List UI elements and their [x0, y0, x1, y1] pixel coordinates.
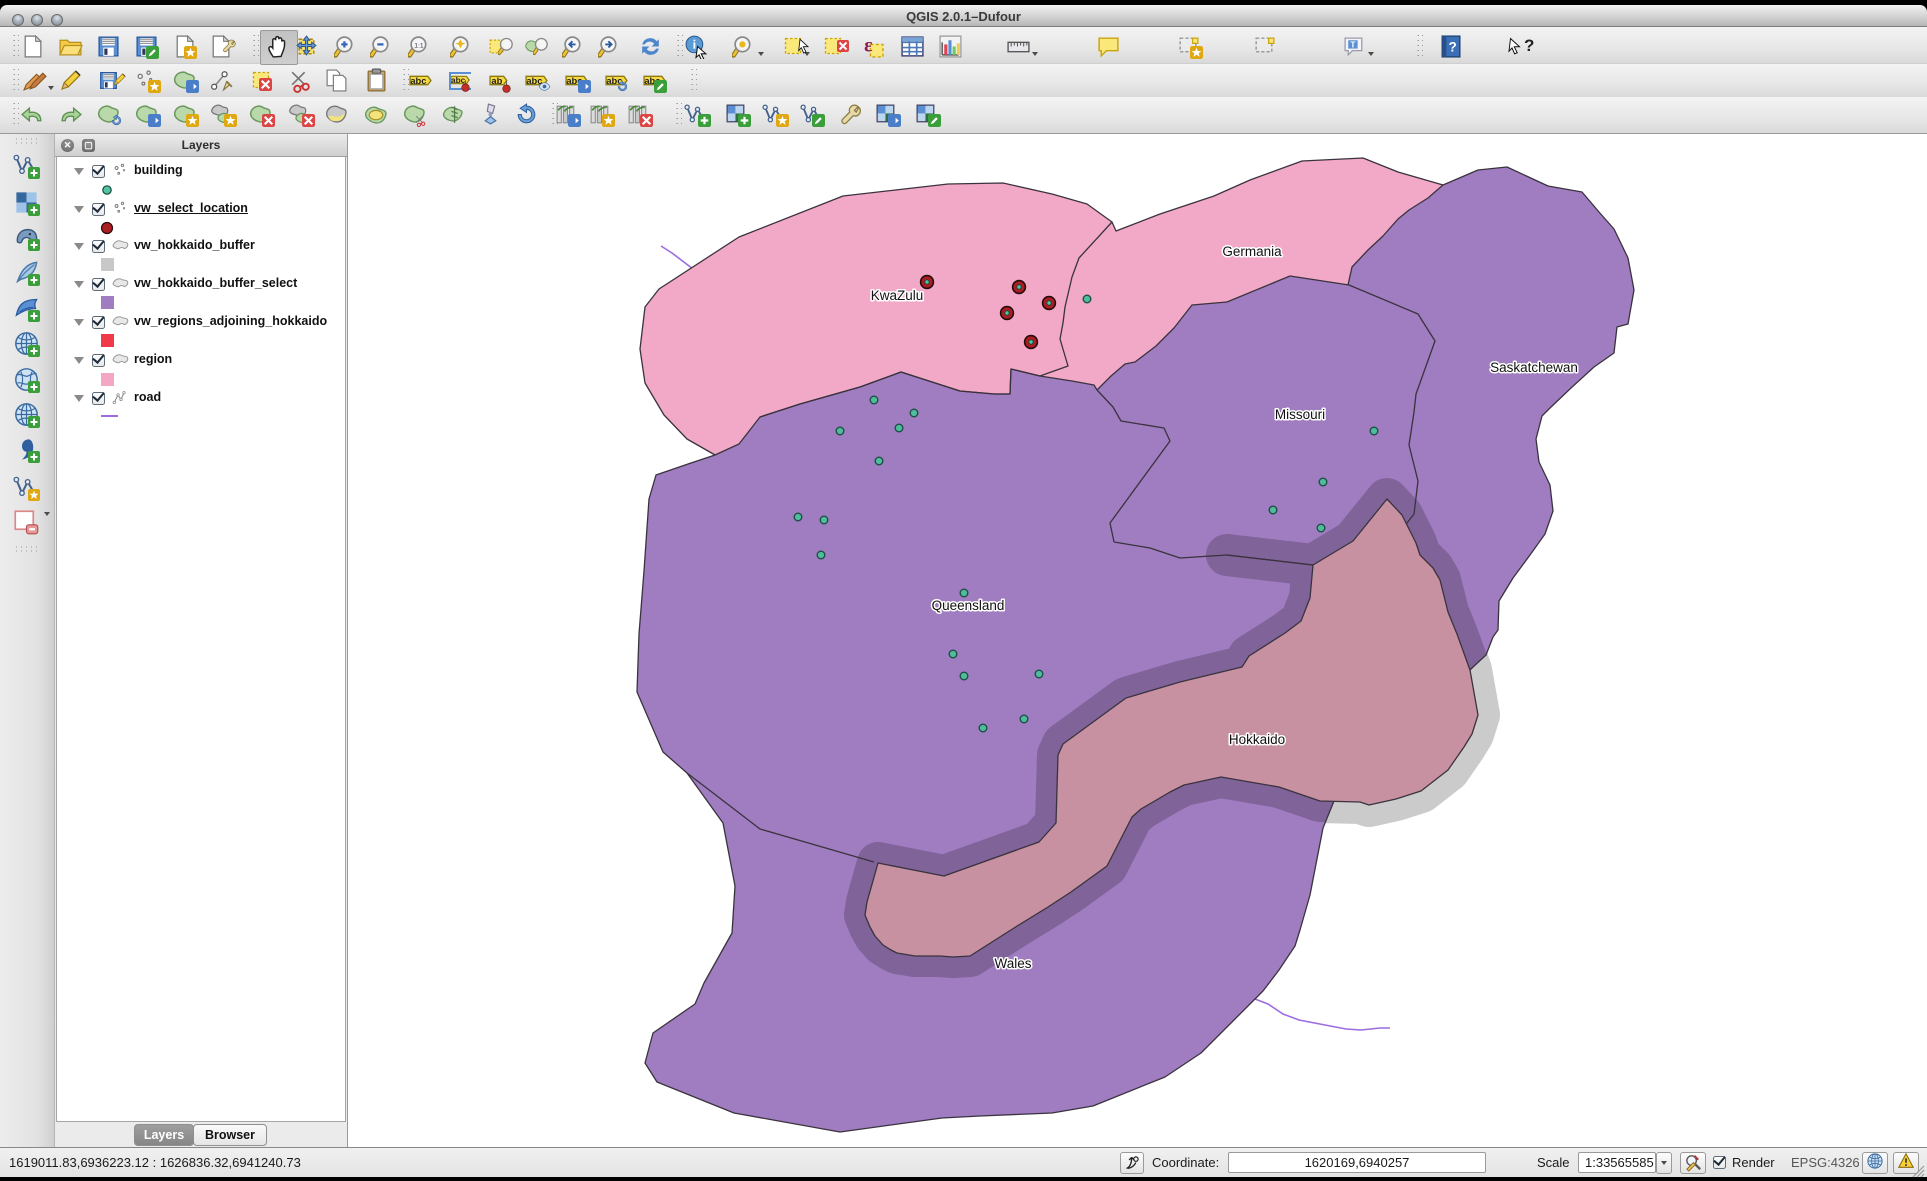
svg-text:KwaZulu: KwaZulu: [871, 288, 924, 303]
svg-text:Queensland: Queensland: [932, 598, 1005, 613]
svg-text:Wales: Wales: [994, 956, 1031, 971]
svg-text:1:1: 1:1: [414, 43, 424, 50]
svg-text:Hokkaido: Hokkaido: [1229, 732, 1285, 747]
svg-text:Saskatchewan: Saskatchewan: [1490, 360, 1578, 375]
svg-text:Missouri: Missouri: [1275, 407, 1325, 422]
svg-text:Germania: Germania: [1222, 244, 1282, 259]
